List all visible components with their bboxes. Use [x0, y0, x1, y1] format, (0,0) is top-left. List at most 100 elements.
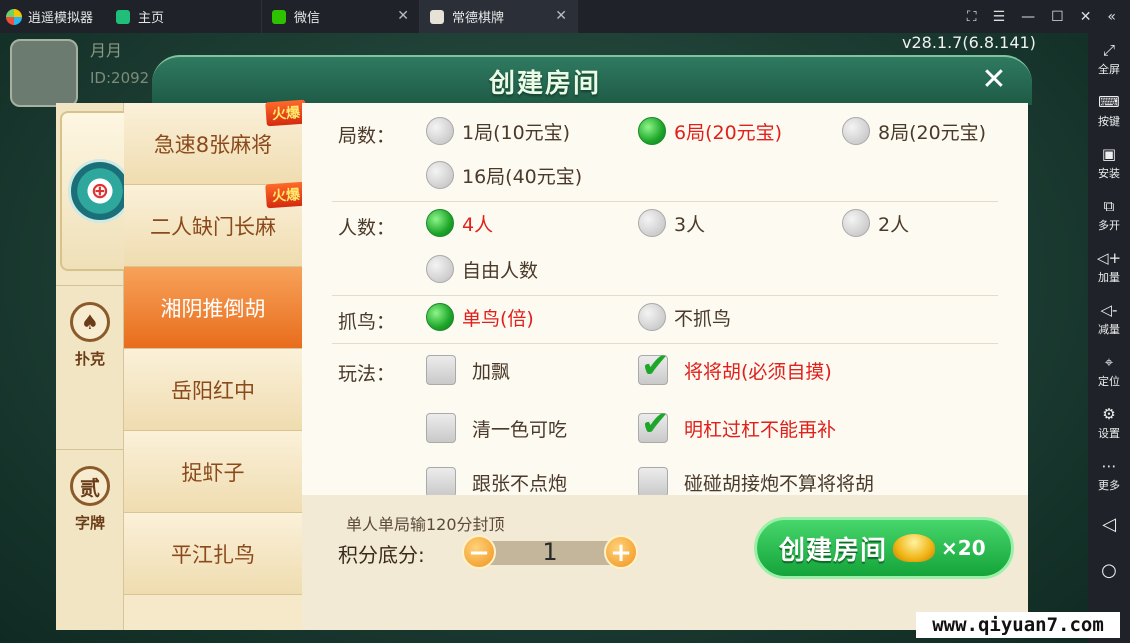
app-title: 逍遥模拟器 — [0, 7, 106, 26]
game-item-label: 平江扎鸟 — [171, 542, 255, 567]
wechat-icon — [272, 9, 286, 24]
hot-badge: 火爆 — [265, 99, 307, 127]
game-item[interactable]: 平江扎鸟 — [124, 513, 302, 595]
game-item-selected[interactable]: 湘阴推倒胡 — [124, 267, 302, 349]
sidebar-keyboard[interactable]: ⌨ 按键 — [1088, 85, 1130, 137]
players-option[interactable]: 3人 — [638, 209, 705, 237]
hot-badge: 火爆 — [265, 181, 307, 209]
category-zipai[interactable]: 贰 字牌 — [56, 449, 124, 549]
tab-game[interactable]: 常德棋牌 ✕ — [420, 0, 578, 33]
sidebar-multi[interactable]: ⧉ 多开 — [1088, 189, 1130, 241]
game-item[interactable]: 急速8张麻将 火爆 — [124, 99, 307, 185]
rounds-option[interactable]: 8局(20元宝) — [842, 117, 986, 145]
tab-wechat-label: 微信 — [294, 11, 321, 26]
sidebar-label: 加量 — [1098, 270, 1120, 284]
rule-checkbox-checked[interactable]: 明杠过杠不能再补 — [638, 404, 836, 444]
collapse-sidebar-icon[interactable]: « — [1107, 9, 1116, 25]
settings-icon: ⚙ — [1102, 404, 1116, 423]
score-cap-text: 单人单局输120分封顶 — [346, 515, 505, 534]
sidebar-volume-up[interactable]: ◁+ 加量 — [1088, 241, 1130, 293]
players-option[interactable]: 自由人数 — [426, 255, 538, 283]
tab-home[interactable]: 主页 — [106, 0, 262, 33]
maximize-icon[interactable]: ☐ — [1051, 9, 1064, 25]
option-label: 3人 — [674, 213, 706, 236]
rule-checkbox[interactable]: 碰碰胡接炮不算将将胡 — [638, 467, 874, 497]
category-column: ⊕ ♠ 扑克 贰 字牌 — [56, 103, 140, 630]
home-icon — [116, 9, 130, 24]
location-icon: ⌖ — [1104, 352, 1114, 371]
home-nav-icon[interactable]: ○ — [1088, 547, 1130, 593]
game-item-label: 二人缺门长麻 — [150, 214, 276, 239]
version-label: v28.1.7(6.8.141) — [902, 33, 1036, 52]
plus-button[interactable]: + — [604, 535, 638, 569]
fullscreen-icon: ⤢ — [1102, 40, 1115, 59]
game-item[interactable]: 岳阳红中 — [124, 349, 302, 431]
close-tab-wechat-icon[interactable]: ✕ — [397, 8, 409, 24]
sidebar-fullscreen[interactable]: ⤢ 全屏 — [1088, 33, 1130, 85]
rule-checkbox[interactable]: 加飘 — [426, 355, 510, 385]
option-label: 清一色可吃 — [472, 418, 568, 441]
players-option[interactable]: 2人 — [842, 209, 909, 237]
sidebar-label: 设置 — [1098, 426, 1120, 440]
back-icon[interactable]: ◁ — [1088, 501, 1130, 547]
minus-button[interactable]: − — [462, 535, 496, 569]
radio-icon — [842, 117, 870, 145]
rule-checkbox-checked[interactable]: 将将胡(必须自摸) — [638, 346, 832, 386]
create-room-button[interactable]: 创建房间 ×20 — [754, 517, 1014, 579]
rule-checkbox[interactable]: 跟张不点炮 — [426, 467, 567, 497]
sidebar-volume-down[interactable]: ◁- 减量 — [1088, 293, 1130, 345]
option-label: 单鸟(倍) — [462, 307, 534, 330]
score-stepper: 1 − + — [462, 535, 638, 571]
sidebar-label: 定位 — [1098, 374, 1120, 388]
checkbox-icon — [426, 413, 456, 443]
game-item[interactable]: 捉虾子 — [124, 431, 302, 513]
dialog-footer: 单人单局输120分封顶 积分底分: 1 − + 创建房间 ×20 — [302, 495, 1028, 630]
emulator-window: 逍遥模拟器 主页 微信 ✕ 常德棋牌 ✕ ⛶ ☰ — ☐ ✕ « ⤢ 全屏 ⌨ … — [0, 0, 1130, 643]
tab-wechat[interactable]: 微信 ✕ — [262, 0, 420, 33]
close-dialog-button[interactable]: ✕ — [978, 65, 1010, 97]
category-poker[interactable]: ♠ 扑克 — [56, 285, 124, 385]
category-label: 字牌 — [74, 514, 105, 532]
players-option-selected[interactable]: 4人 — [426, 209, 493, 237]
sidebar-settings[interactable]: ⚙ 设置 — [1088, 397, 1130, 449]
volume-up-icon: ◁+ — [1096, 248, 1122, 267]
option-label: 8局(20元宝) — [878, 121, 987, 144]
option-label: 碰碰胡接炮不算将将胡 — [684, 472, 875, 495]
sidebar-more[interactable]: ⋯ 更多 — [1088, 449, 1130, 501]
sidebar-label: 安装 — [1098, 166, 1120, 180]
sidebar-label: 全屏 — [1098, 62, 1120, 76]
close-window-icon[interactable]: ✕ — [1080, 9, 1092, 25]
sidebar-label: 多开 — [1098, 218, 1120, 232]
option-label: 加飘 — [472, 360, 511, 383]
options-panel: 局数： 1局(10元宝) 6局(20元宝) 8局(20元宝) 16局(40元宝) — [302, 103, 1028, 497]
bird-option-selected[interactable]: 单鸟(倍) — [426, 303, 534, 331]
sidebar-label: 更多 — [1098, 478, 1120, 492]
option-label: 16局(40元宝) — [462, 165, 583, 188]
game-icon — [430, 9, 444, 24]
sidebar-location[interactable]: ⌖ 定位 — [1088, 345, 1130, 397]
gold-ingot-icon — [893, 534, 936, 562]
rounds-option[interactable]: 1局(10元宝) — [426, 117, 570, 145]
emulator-titlebar: 逍遥模拟器 主页 微信 ✕ 常德棋牌 ✕ ⛶ ☰ — ☐ ✕ « — [0, 0, 1130, 33]
radio-icon — [426, 255, 454, 283]
score-label: 积分底分: — [338, 543, 425, 567]
fullscreen-toggle-icon[interactable]: ⛶ — [967, 9, 977, 25]
sidebar-install[interactable]: ▣ 安装 — [1088, 137, 1130, 189]
menu-icon[interactable]: ☰ — [993, 9, 1006, 25]
bird-option[interactable]: 不抓鸟 — [638, 303, 731, 331]
more-icon: ⋯ — [1101, 456, 1117, 475]
sidebar-label: 减量 — [1098, 322, 1120, 336]
checkbox-checked-icon — [638, 346, 670, 386]
checkbox-icon — [426, 467, 456, 497]
minimize-icon[interactable]: — — [1021, 9, 1035, 25]
game-item[interactable]: 二人缺门长麻 火爆 — [124, 181, 307, 267]
divider — [332, 295, 998, 296]
rounds-option[interactable]: 16局(40元宝) — [426, 161, 582, 189]
rounds-option-selected[interactable]: 6局(20元宝) — [638, 117, 782, 145]
game-screen: 月月 ID:2092 v28.1.7(6.8.141) 首页 战绩 活动 分享 … — [0, 33, 1088, 643]
keyboard-icon: ⌨ — [1098, 92, 1120, 111]
rule-checkbox[interactable]: 清一色可吃 — [426, 413, 567, 443]
tab-home-label: 主页 — [138, 11, 165, 26]
radio-icon — [638, 209, 666, 237]
close-tab-game-icon[interactable]: ✕ — [555, 8, 567, 24]
